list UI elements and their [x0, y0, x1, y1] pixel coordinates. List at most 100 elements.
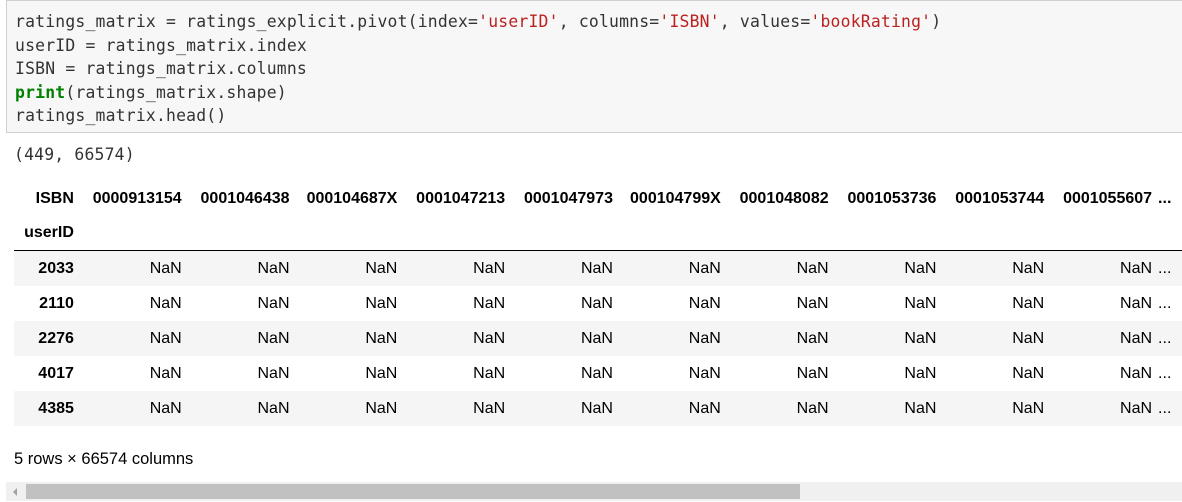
empty-header-cell	[828, 216, 937, 251]
table-cell: NaN	[1120, 399, 1153, 417]
table-cell: NaN	[904, 294, 937, 312]
chevron-left-icon[interactable]	[6, 482, 23, 501]
table-cell: NaN	[1012, 364, 1045, 382]
empty-header-cell	[1044, 216, 1153, 251]
code-line-3: ISBN = ratings_matrix.columns	[15, 59, 307, 78]
table-cell: NaN	[904, 399, 937, 417]
column-header: 000104687X	[306, 189, 398, 207]
table-cell: NaN	[1120, 294, 1153, 312]
table-cell: NaN	[1120, 364, 1153, 382]
table-row: 4385 NaN NaN NaN NaN NaN NaN NaN NaN NaN NaN...	[14, 391, 1182, 426]
table-cell: NaN	[1012, 259, 1045, 277]
table-cell: NaN	[580, 364, 613, 382]
column-header: 0001048082	[739, 189, 829, 207]
horizontal-scrollbar[interactable]	[6, 482, 1182, 501]
index-name-header: userID	[14, 216, 74, 251]
table-row: 4017 NaN NaN NaN NaN NaN NaN NaN NaN NaN NaN...	[14, 356, 1182, 391]
table-cell: NaN	[1012, 294, 1045, 312]
empty-header-cell	[289, 216, 398, 251]
row-index: 2276	[38, 329, 74, 347]
row-ellipsis: ...	[1158, 399, 1172, 417]
table-cell: NaN	[149, 294, 182, 312]
table-cell: NaN	[580, 259, 613, 277]
column-header: 0001047213	[416, 189, 506, 207]
row-ellipsis: ...	[1158, 294, 1172, 312]
table-cell: NaN	[149, 364, 182, 382]
table-cell: NaN	[904, 259, 937, 277]
table-row: 2276 NaN NaN NaN NaN NaN NaN NaN NaN NaN NaN...	[14, 321, 1182, 356]
table-cell: NaN	[580, 294, 613, 312]
shape-output: (449, 66574)	[14, 145, 135, 164]
table-cell: NaN	[688, 364, 721, 382]
code-line-5: ratings_matrix.head()	[15, 106, 227, 125]
table-cell: NaN	[365, 259, 398, 277]
table-cell: NaN	[257, 329, 290, 347]
scrollbar-thumb[interactable]	[26, 484, 800, 499]
column-header: 000104799X	[630, 189, 721, 207]
row-index: 4017	[38, 364, 74, 382]
empty-header-cell	[73, 216, 182, 251]
table-cell: NaN	[1120, 329, 1153, 347]
table-row: 2110 NaN NaN NaN NaN NaN NaN NaN NaN NaN NaN...	[14, 286, 1182, 321]
table-cell: NaN	[1120, 259, 1153, 277]
empty-header-cell	[397, 216, 506, 251]
table-cell: NaN	[473, 294, 506, 312]
empty-header-cell	[720, 216, 829, 251]
row-ellipsis: ...	[1158, 259, 1172, 277]
table-cell: NaN	[1012, 329, 1045, 347]
dataframe-caption: 5 rows × 66574 columns	[14, 450, 194, 468]
table-cell: NaN	[796, 294, 829, 312]
column-header: 0000913154	[92, 189, 182, 207]
table-cell: NaN	[149, 399, 182, 417]
table-cell: NaN	[257, 399, 290, 417]
table-cell: NaN	[796, 329, 829, 347]
table-cell: NaN	[257, 259, 290, 277]
table-cell: NaN	[365, 294, 398, 312]
column-header: 0001055607	[1063, 189, 1153, 207]
row-index: 4385	[38, 399, 74, 417]
table-cell: NaN	[688, 259, 721, 277]
table-cell: NaN	[473, 364, 506, 382]
column-header: 0001053744	[955, 189, 1045, 207]
row-index: 2110	[39, 294, 74, 312]
table-cell: NaN	[365, 399, 398, 417]
empty-header-cell	[936, 216, 1045, 251]
table-cell: NaN	[904, 329, 937, 347]
table-cell: NaN	[688, 294, 721, 312]
empty-header-cell	[612, 216, 721, 251]
table-cell: NaN	[796, 259, 829, 277]
table-cell: NaN	[473, 399, 506, 417]
code-line-1: ratings_matrix = ratings_explicit.pivot(…	[15, 12, 942, 31]
empty-header-cell	[181, 216, 290, 251]
table-cell: NaN	[1012, 399, 1045, 417]
table-cell: NaN	[257, 294, 290, 312]
column-ellipsis: ...	[1158, 189, 1172, 207]
row-ellipsis: ...	[1158, 364, 1172, 382]
index-name-row: userID	[14, 216, 1182, 251]
table-cell: NaN	[473, 259, 506, 277]
empty-header-cell	[1152, 216, 1182, 251]
code-line-4: print(ratings_matrix.shape)	[15, 82, 287, 102]
table-cell: NaN	[688, 399, 721, 417]
table-cell: NaN	[904, 364, 937, 382]
column-header: 0001053736	[847, 189, 937, 207]
code-line-2: userID = ratings_matrix.index	[15, 35, 307, 55]
table-cell: NaN	[796, 364, 829, 382]
table-cell: NaN	[149, 329, 182, 347]
table-cell: NaN	[473, 329, 506, 347]
table-cell: NaN	[257, 364, 290, 382]
code-cell-input[interactable]: ratings_matrix = ratings_explicit.pivot(…	[6, 0, 1182, 133]
table-cell: NaN	[580, 399, 613, 417]
table-cell: NaN	[365, 364, 398, 382]
row-ellipsis: ...	[1158, 329, 1172, 347]
table-cell: NaN	[688, 329, 721, 347]
table-cell: NaN	[580, 329, 613, 347]
table-cell: NaN	[365, 329, 398, 347]
columns-name-header: ISBN	[35, 189, 74, 207]
table-cell: NaN	[149, 259, 182, 277]
table-row: 2033 NaN NaN NaN NaN NaN NaN NaN NaN NaN NaN...	[14, 250, 1182, 286]
table-cell: NaN	[796, 399, 829, 417]
dataframe-table: ISBN 0000913154 0001046438 000104687X 000104…	[14, 181, 1182, 426]
row-index: 2033	[38, 259, 74, 277]
column-header: 0001046438	[200, 189, 290, 207]
